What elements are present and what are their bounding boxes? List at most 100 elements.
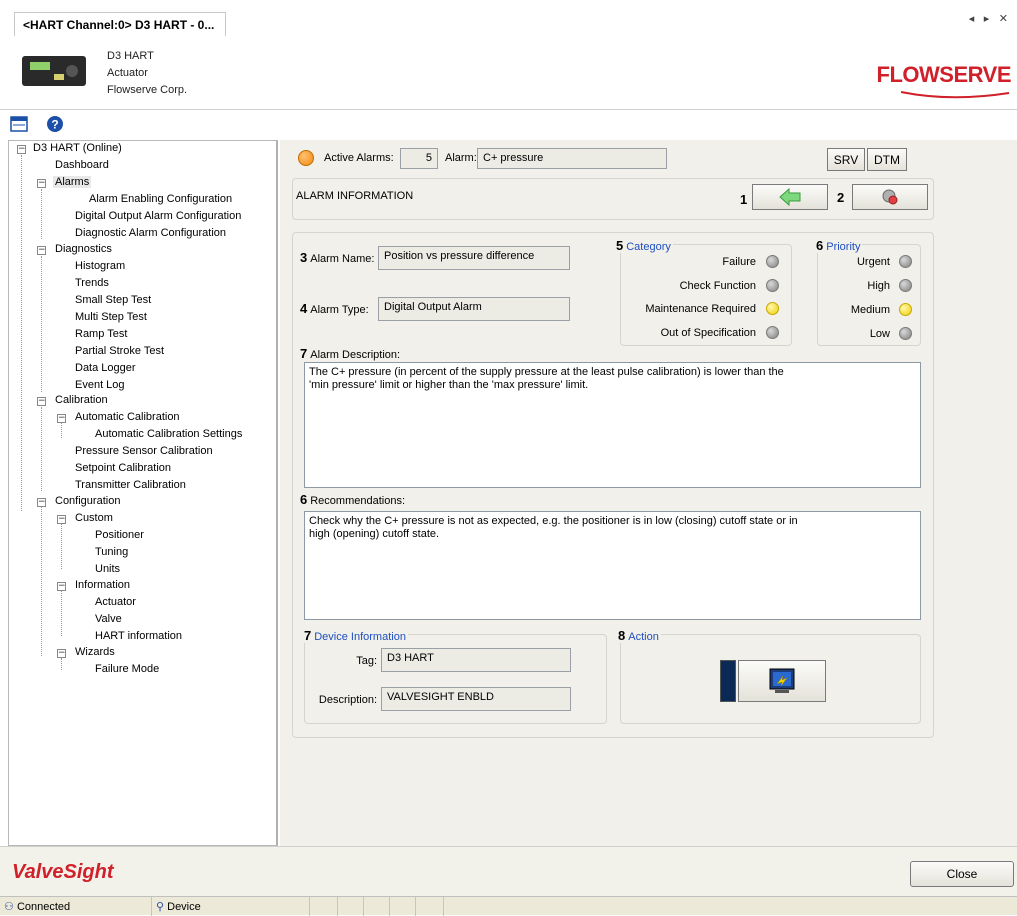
expand-toggle-icon[interactable]: − [37, 397, 46, 406]
tree-item-setpoint-calibration[interactable]: Setpoint Calibration [75, 462, 171, 474]
tree-item-wizards[interactable]: Wizards [75, 646, 115, 658]
close-button[interactable]: Close [910, 861, 1014, 887]
srv-button[interactable]: SRV [827, 148, 865, 171]
acknowledge-alarm-button[interactable] [852, 184, 928, 210]
tree-item-configuration[interactable]: Configuration [55, 495, 120, 507]
tree-item-hart-information[interactable]: HART information [95, 630, 182, 642]
status-connection: ⚇ Connected [0, 897, 152, 916]
device-information-title: 7 Device Information [302, 628, 408, 643]
tree-item-positioner[interactable]: Positioner [95, 529, 144, 541]
alarm-description-text[interactable]: The C+ pressure (in percent of the suppl… [304, 362, 921, 488]
window-layout-icon[interactable] [10, 115, 28, 133]
tree-item-multi-step-test[interactable]: Multi Step Test [75, 311, 147, 323]
alarm-type-label: 4 Alarm Type: [300, 301, 369, 316]
tree-item-trends[interactable]: Trends [75, 277, 109, 289]
tree-item-d3-hart-online[interactable]: D3 HART (Online) [33, 142, 122, 154]
toolbar: ? [0, 111, 1017, 139]
device-vendor: Flowserve Corp. [107, 84, 188, 96]
active-alarms-label: Active Alarms: [324, 152, 394, 164]
dtm-button[interactable]: DTM [867, 148, 907, 171]
valvesight-logo: ValveSight [12, 861, 114, 883]
back-arrow-icon [779, 187, 801, 207]
tree-item-dashboard[interactable]: Dashboard [55, 159, 109, 171]
priority-low-label: Low [869, 328, 890, 340]
expand-toggle-icon[interactable]: − [37, 246, 46, 255]
tree-item-failure-mode[interactable]: Failure Mode [95, 663, 159, 675]
tree-item-data-logger[interactable]: Data Logger [75, 362, 136, 374]
tree-item-diagnostics[interactable]: Diagnostics [55, 243, 112, 255]
status-cell [416, 897, 444, 916]
device-type: Actuator [107, 67, 148, 79]
priority-urgent-led-icon [899, 255, 912, 268]
alarm-type-field: Digital Output Alarm [378, 297, 570, 321]
help-icon[interactable]: ? [46, 115, 64, 133]
tree-item-automatic-calibration[interactable]: Automatic Calibration [75, 411, 180, 423]
priority-title: 6 Priority [814, 238, 863, 253]
tree-item-pressure-sensor-calibration[interactable]: Pressure Sensor Calibration [75, 445, 213, 457]
tab-strip: <HART Channel:0> D3 HART - 0... ◂ ▸ ✕ [0, 0, 1017, 38]
tree-item-digital-output-alarm-configuration[interactable]: Digital Output Alarm Configuration [75, 210, 241, 222]
footer-bar: ValveSight Close [0, 846, 1017, 896]
device-description-field: VALVESIGHT ENBLD [381, 687, 571, 711]
tree-item-units[interactable]: Units [95, 563, 120, 575]
alarm-name-label: 3 Alarm Name: [300, 250, 375, 265]
category-check-function-label: Check Function [679, 280, 756, 292]
tree-item-diagnostic-alarm-configuration[interactable]: Diagnostic Alarm Configuration [75, 227, 226, 239]
expand-toggle-icon[interactable]: − [57, 582, 66, 591]
tree-item-tuning[interactable]: Tuning [95, 546, 128, 558]
expand-toggle-icon[interactable]: − [57, 515, 66, 524]
alarm-label: Alarm: [445, 152, 477, 164]
tree-item-ramp-test[interactable]: Ramp Test [75, 328, 127, 340]
alarm-name-field: Position vs pressure difference [378, 246, 570, 270]
expand-toggle-icon[interactable]: − [37, 498, 46, 507]
connection-icon: ⚇ [4, 901, 14, 913]
tree-item-small-step-test[interactable]: Small Step Test [75, 294, 151, 306]
tree-item-information[interactable]: Information [75, 579, 130, 591]
status-cell [310, 897, 338, 916]
tree-item-partial-stroke-test[interactable]: Partial Stroke Test [75, 345, 164, 357]
tree-item-valve[interactable]: Valve [95, 613, 122, 625]
device-image [22, 56, 86, 86]
tree-item-automatic-calibration-settings[interactable]: Automatic Calibration Settings [95, 428, 242, 440]
expand-toggle-icon[interactable]: − [37, 179, 46, 188]
tree-item-histogram[interactable]: Histogram [75, 260, 125, 272]
category-out-of-specification-label: Out of Specification [660, 327, 756, 339]
tree-item-event-log[interactable]: Event Log [75, 379, 125, 391]
recommendations-text[interactable]: Check why the C+ pressure is not as expe… [304, 511, 921, 620]
category-maintenance-required-label: Maintenance Required [645, 303, 756, 315]
document-tab[interactable]: <HART Channel:0> D3 HART - 0... [14, 12, 226, 36]
tab-nav-controls[interactable]: ◂ ▸ ✕ [969, 12, 1011, 25]
expand-toggle-icon[interactable]: − [57, 649, 66, 658]
expand-toggle-icon[interactable]: − [17, 145, 26, 154]
action-title: 8 Action [616, 628, 661, 643]
recommendations-label: 6 Recommendations: [300, 492, 406, 507]
svg-text:?: ? [51, 118, 58, 132]
tree-item-transmitter-calibration[interactable]: Transmitter Calibration [75, 479, 186, 491]
device-tag-label: Tag: [356, 655, 377, 667]
status-device-label: Device [167, 901, 201, 913]
nav-number-1: 1 [740, 192, 748, 207]
previous-alarm-button[interactable] [752, 184, 828, 210]
status-cell [364, 897, 390, 916]
priority-medium-label: Medium [850, 304, 890, 316]
alarm-detail-panel: Active Alarms: 5 Alarm: C+ pressure SRV … [280, 140, 1017, 846]
device-description-label: Description: [318, 694, 377, 706]
status-connection-label: Connected [16, 901, 71, 913]
acknowledge-icon [882, 189, 898, 205]
tree-item-custom[interactable]: Custom [75, 512, 113, 524]
status-bar: ⚇ Connected ⚲ Device [0, 896, 1017, 916]
tree-item-calibration[interactable]: Calibration [55, 394, 108, 406]
tree-item-actuator[interactable]: Actuator [95, 596, 136, 608]
category-title: 5 Category [614, 238, 673, 253]
device-header: D3 HART Actuator Flowserve Corp. FLOWSER… [0, 38, 1017, 110]
tree-item-alarm-enabling-configuration[interactable]: Alarm Enabling Configuration [89, 193, 232, 205]
active-alarm-indicator-icon [298, 150, 314, 166]
status-cell [390, 897, 416, 916]
category-maintenance-required-led-icon [766, 302, 779, 315]
tree-item-alarms[interactable]: Alarms [53, 176, 92, 188]
device-tag-field: D3 HART [381, 648, 571, 672]
action-button[interactable] [738, 660, 826, 702]
status-cell [338, 897, 364, 916]
expand-toggle-icon[interactable]: − [57, 414, 66, 423]
flowserve-logo: FLOWSERVE [876, 62, 1012, 87]
